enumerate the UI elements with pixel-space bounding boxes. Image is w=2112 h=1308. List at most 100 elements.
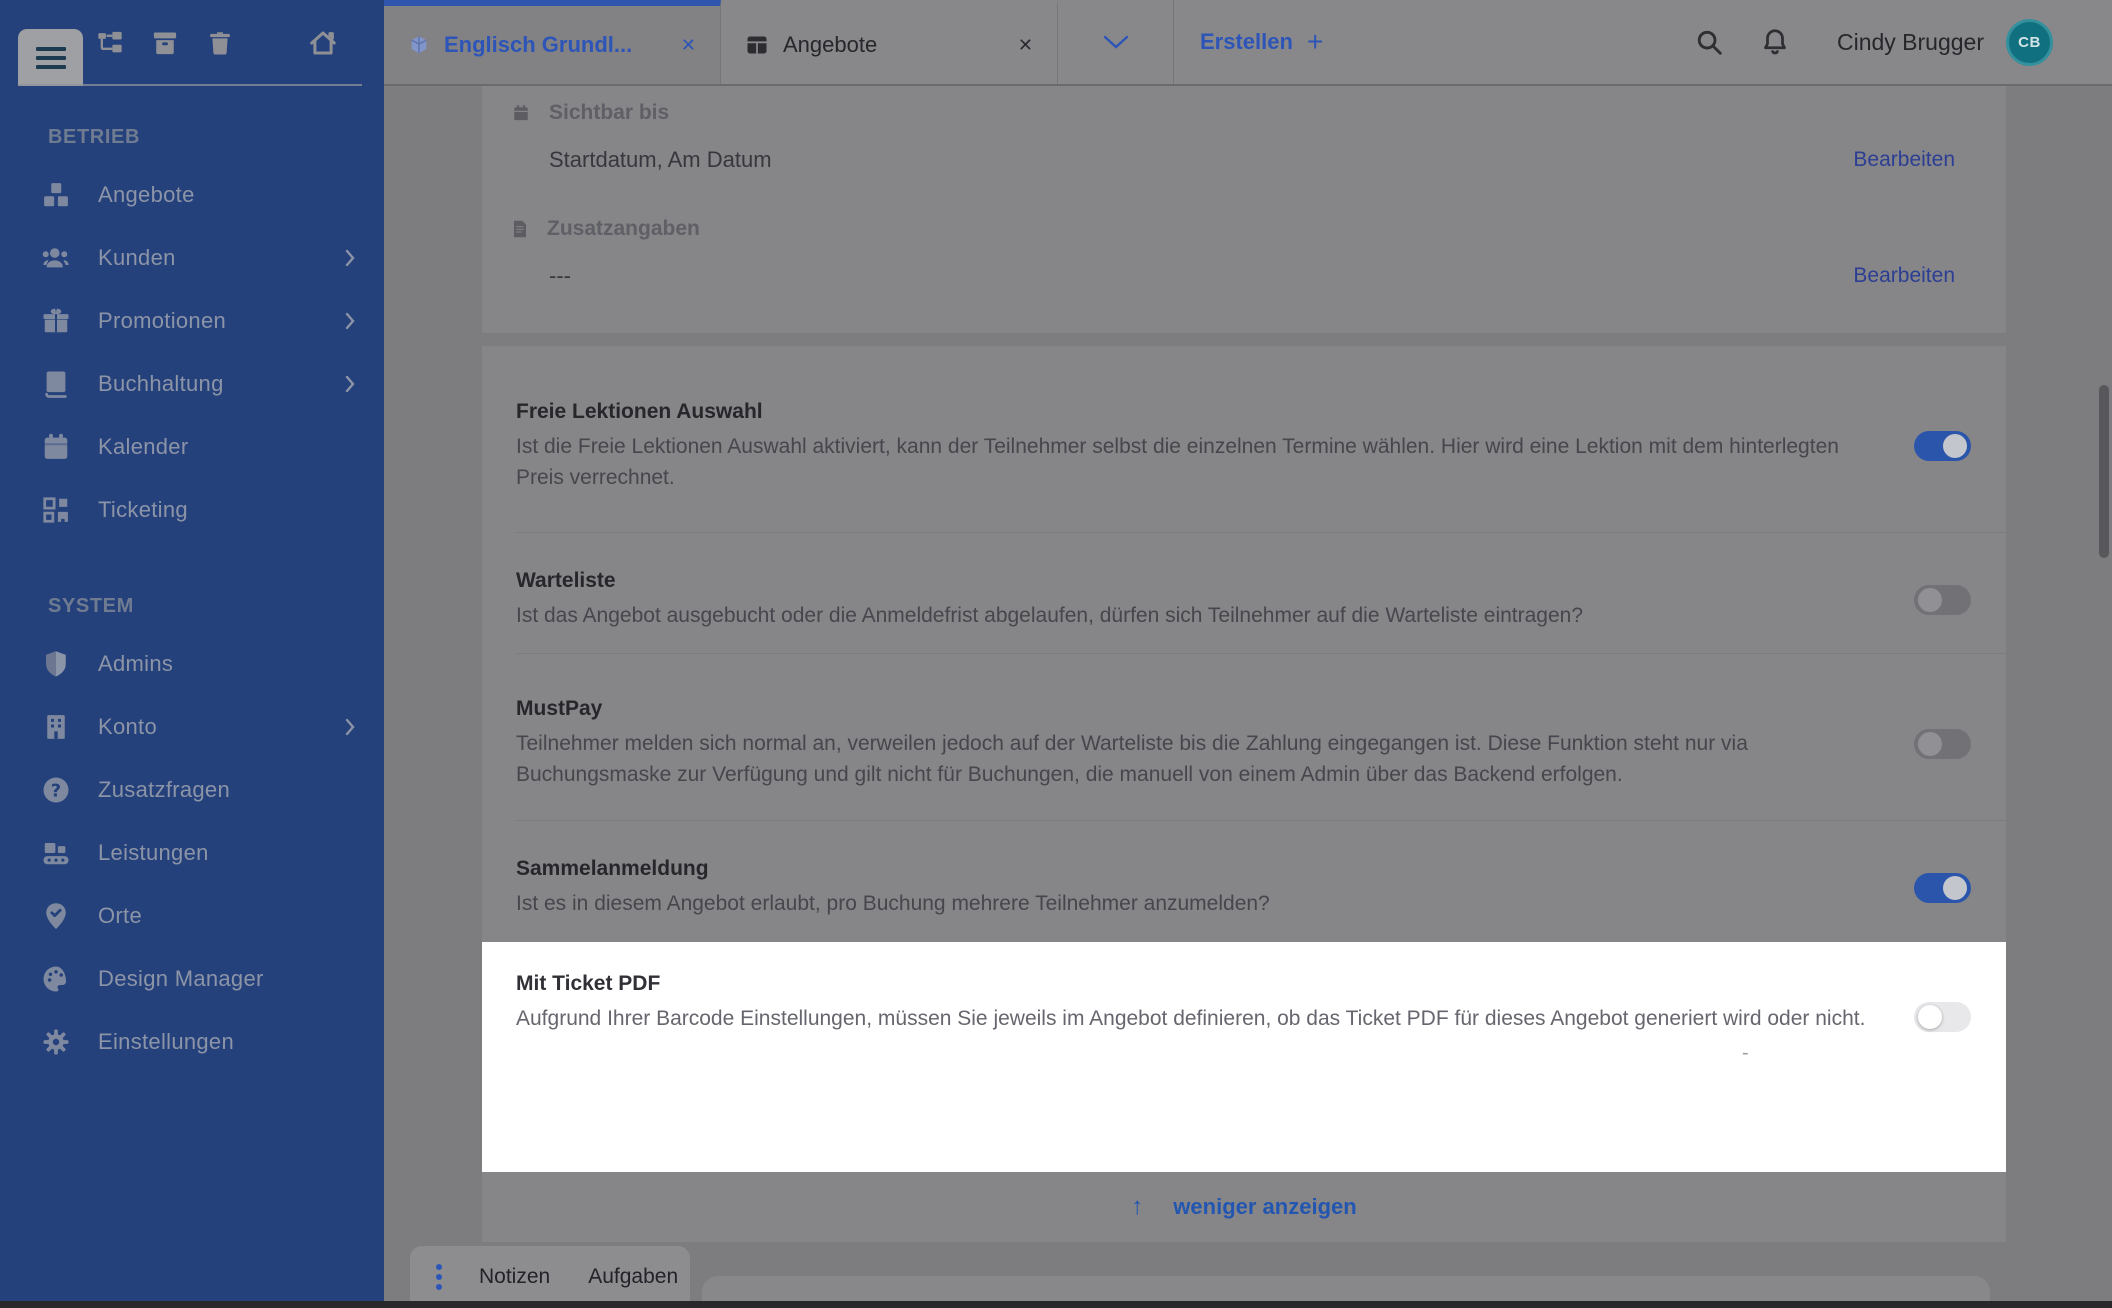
sidebar-header [0,0,384,86]
tab-list-dropdown[interactable] [1058,0,1174,84]
setting-title: MustPay [516,697,1886,721]
toggle-freie-lektionen[interactable] [1914,431,1971,461]
setting-description: Ist das Angebot ausgebucht oder die Anme… [516,600,1886,631]
setting-warteliste: Warteliste Ist das Angebot ausgebucht od… [482,532,2006,653]
tab-angebote[interactable]: Angebote ✕ [721,0,1058,84]
sidebar-header-divider [18,84,362,86]
chevron-right-icon [344,311,356,331]
setting-sammelanmeldung: Sammelanmeldung Ist es in diesem Angebot… [482,820,2006,942]
book-icon [40,368,72,400]
sidebar-item-label: Leistungen [98,840,209,866]
sidebar-item-label: Konto [98,714,157,740]
sidebar-item-buchhaltung[interactable]: Buchhaltung [0,352,384,415]
sidebar-item-zusatzfragen[interactable]: ? Zusatzfragen [0,758,384,821]
map-pin-check-icon [40,900,72,932]
search-icon[interactable] [1693,26,1725,58]
calendar-small-icon [512,104,530,122]
kebab-menu-icon[interactable] [436,1264,442,1290]
sidebar-item-design-manager[interactable]: Design Manager [0,947,384,1010]
sidebar-item-label: Promotionen [98,308,226,334]
setting-title: Mit Ticket PDF [516,972,1886,996]
palette-icon [40,963,72,995]
setting-description: Aufgrund Ihrer Barcode Einstellungen, mü… [516,1003,1886,1034]
setting-freie-lektionen: Freie Lektionen Auswahl Ist die Freie Le… [482,346,2006,532]
trash-icon[interactable] [205,28,235,58]
notifications-bell-icon[interactable] [1759,26,1791,58]
document-icon [512,220,528,238]
sidebar-item-label: Zusatzfragen [98,777,230,803]
sidebar-item-admins[interactable]: Admins [0,632,384,695]
sidebar-item-label: Admins [98,651,173,677]
toggle-sammelanmeldung[interactable] [1914,873,1971,903]
close-icon[interactable]: ✕ [1018,35,1033,56]
gear-icon [40,1026,72,1058]
tree-structure-icon[interactable] [95,28,125,58]
hamburger-icon [36,47,66,69]
stray-dash: - [1742,1042,1749,1065]
setting-description: Ist die Freie Lektionen Auswahl aktivier… [516,431,1886,493]
setting-description: Ist es in diesem Angebot erlaubt, pro Bu… [516,888,1886,919]
sidebar-item-label: Kalender [98,434,188,460]
setting-title: Warteliste [516,569,1886,593]
sidebar-item-label: Angebote [98,182,195,208]
create-label: Erstellen [1200,29,1293,55]
info-row-zusatzangaben: Zusatzangaben --- Bearbeiten [512,212,1955,298]
sidebar-section-betrieb: BETRIEB [48,126,384,149]
bottom-strip [0,1301,2112,1308]
chevron-right-icon [344,248,356,268]
tab-englisch-grundl[interactable]: Englisch Grundl... ✕ [384,0,721,84]
tab-notizen[interactable]: Notizen [460,1265,569,1289]
toggle-knob [1943,434,1967,458]
notes-tabbar: Notizen Aufgaben [410,1246,690,1308]
conveyor-icon [40,837,72,869]
calendar-icon [40,431,72,463]
toggle-warteliste[interactable] [1914,585,1971,615]
toggle-mit-ticket-pdf[interactable] [1914,1002,1971,1032]
sidebar-item-leistungen[interactable]: Leistungen [0,821,384,884]
setting-mustpay: MustPay Teilnehmer melden sich normal an… [482,653,2006,820]
sidebar-item-promotionen[interactable]: Promotionen [0,289,384,352]
sidebar-item-konto[interactable]: Konto [0,695,384,758]
sidebar-item-label: Design Manager [98,966,264,992]
sidebar-item-label: Buchhaltung [98,371,224,397]
sidebar-item-einstellungen[interactable]: Einstellungen [0,1010,384,1073]
home-icon[interactable] [308,28,338,58]
close-icon[interactable]: ✕ [681,35,696,56]
show-less-row: ↑ weniger anzeigen [482,1172,2006,1242]
menu-button[interactable] [18,29,83,86]
building-icon [40,711,72,743]
sidebar-item-angebote[interactable]: Angebote [0,163,384,226]
users-icon [40,242,72,274]
edit-link[interactable]: Bearbeiten [1853,148,1955,172]
create-tab-button[interactable]: Erstellen + [1174,0,1349,84]
tab-label: Englisch Grundl... [444,32,632,58]
toggle-knob [1943,876,1967,900]
toggle-mustpay[interactable] [1914,729,1971,759]
scrollbar-thumb[interactable] [2099,385,2109,558]
chevron-right-icon [344,717,356,737]
avatar[interactable]: CB [2006,19,2053,66]
topbar: Englisch Grundl... ✕ Angebote ✕ Erstelle… [384,0,2112,86]
tab-label: Angebote [783,32,877,58]
sidebar-item-label: Orte [98,903,142,929]
tab-aufgaben[interactable]: Aufgaben [569,1265,697,1289]
topbar-right: Cindy Brugger CB [1693,0,2112,84]
cube-icon [408,34,430,56]
sidebar-item-ticketing[interactable]: Ticketing [0,478,384,541]
setting-title: Freie Lektionen Auswahl [516,400,1886,424]
gift-icon [40,305,72,337]
shield-icon [40,648,72,680]
archive-icon[interactable] [150,28,180,58]
cubes-icon [40,179,72,211]
sidebar-item-orte[interactable]: Orte [0,884,384,947]
user-name: Cindy Brugger [1837,29,1984,56]
info-value: --- [549,263,571,289]
info-row-sichtbar-bis: Sichtbar bis Startdatum, Am Datum Bearbe… [512,96,1955,182]
sidebar-item-label: Einstellungen [98,1029,234,1055]
sidebar-item-label: Ticketing [98,497,188,523]
edit-link[interactable]: Bearbeiten [1853,264,1955,288]
show-less-link[interactable]: ↑ weniger anzeigen [1131,1193,1356,1221]
sidebar-item-kunden[interactable]: Kunden [0,226,384,289]
sidebar: BETRIEB Angebote Kunden Promotionen Buch… [0,0,384,1308]
sidebar-item-kalender[interactable]: Kalender [0,415,384,478]
